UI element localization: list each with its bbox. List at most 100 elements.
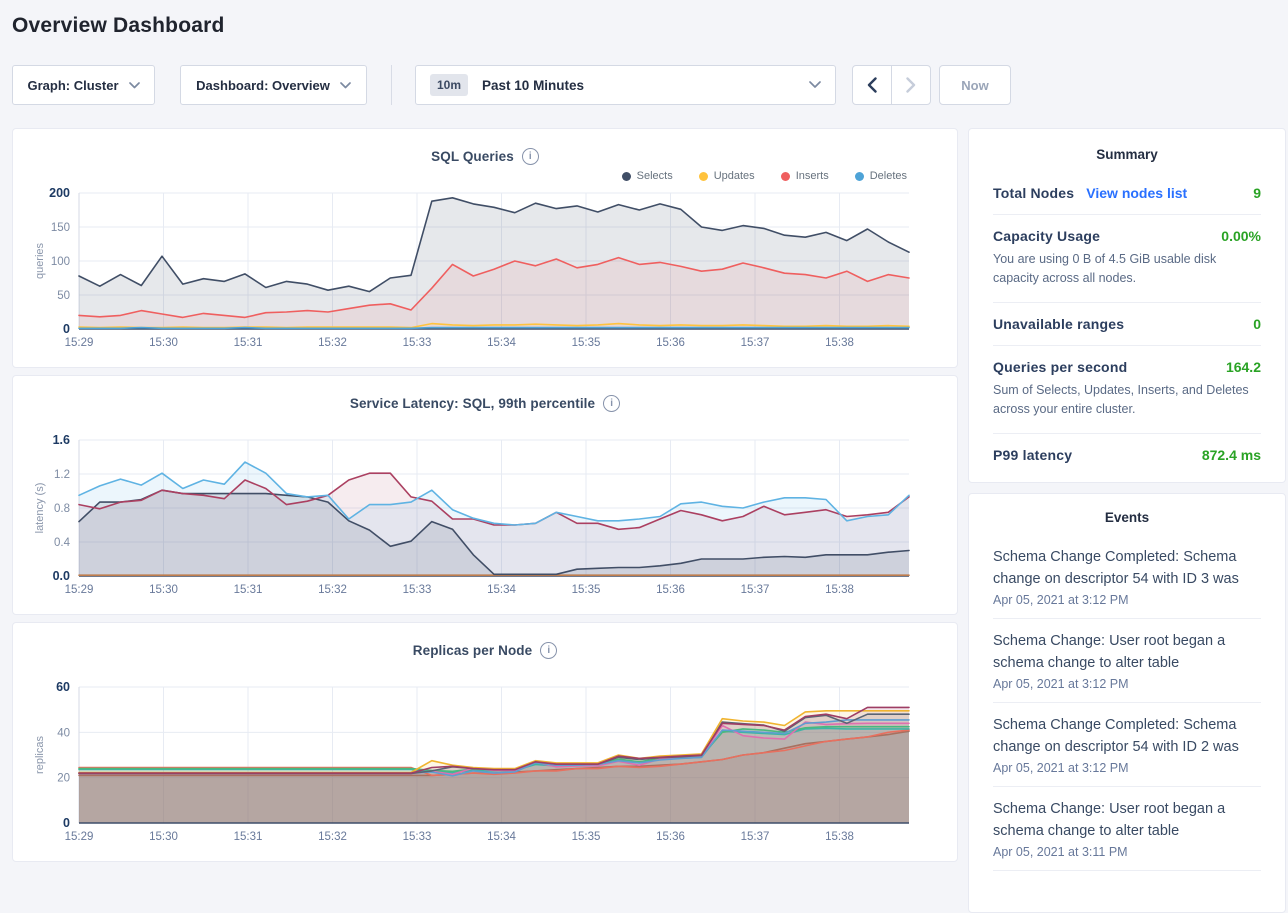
main-content: SQL Queries i Selects Updates Inserts De… bbox=[12, 128, 1276, 913]
qps-label: Queries per second bbox=[993, 359, 1127, 375]
capacity-description: You are using 0 B of 4.5 GiB usable disk… bbox=[993, 250, 1261, 289]
chevron-down-icon bbox=[809, 81, 821, 89]
summary-item-qps: Queries per second 164.2 Sum of Selects,… bbox=[993, 346, 1261, 434]
info-icon[interactable]: i bbox=[540, 642, 557, 659]
capacity-label: Capacity Usage bbox=[993, 228, 1100, 244]
legend-item-deletes: Deletes bbox=[855, 170, 907, 182]
event-timestamp: Apr 05, 2021 at 3:12 PM bbox=[993, 677, 1261, 691]
event-item: Schema Change Completed: Schema change o… bbox=[993, 703, 1261, 787]
svg-text:15:35: 15:35 bbox=[572, 831, 601, 843]
summary-title: Summary bbox=[993, 147, 1261, 162]
legend-item-inserts: Inserts bbox=[781, 170, 829, 182]
svg-text:15:37: 15:37 bbox=[741, 337, 770, 349]
svg-text:15:36: 15:36 bbox=[656, 337, 685, 349]
chart-title-row: Replicas per Node i bbox=[13, 639, 957, 661]
chart-legend-empty bbox=[13, 661, 957, 679]
svg-text:15:30: 15:30 bbox=[149, 337, 178, 349]
svg-text:0.0: 0.0 bbox=[53, 569, 70, 583]
svg-text:15:34: 15:34 bbox=[487, 337, 516, 349]
time-range-badge: 10m bbox=[430, 74, 468, 96]
svg-text:latency (s): latency (s) bbox=[34, 483, 46, 534]
qps-value: 164.2 bbox=[1226, 359, 1261, 375]
svg-text:15:30: 15:30 bbox=[149, 831, 178, 843]
replicas-per-node-chart-card: Replicas per Node i 0 20 40 60 15:29 15:30 15:… bbox=[12, 622, 958, 862]
info-icon[interactable]: i bbox=[522, 148, 539, 165]
events-title: Events bbox=[993, 510, 1261, 525]
capacity-value: 0.00% bbox=[1221, 228, 1261, 244]
svg-text:15:29: 15:29 bbox=[65, 831, 94, 843]
svg-text:100: 100 bbox=[51, 256, 70, 268]
event-timestamp: Apr 05, 2021 at 3:12 PM bbox=[993, 593, 1261, 607]
time-next-button[interactable] bbox=[891, 66, 930, 104]
svg-text:15:29: 15:29 bbox=[65, 337, 94, 349]
legend-dot-icon bbox=[855, 172, 864, 181]
summary-item-total-nodes: Total Nodes View nodes list 9 bbox=[993, 172, 1261, 215]
charts-column: SQL Queries i Selects Updates Inserts De… bbox=[12, 128, 958, 869]
p99-latency-label: P99 latency bbox=[993, 447, 1072, 463]
svg-text:15:36: 15:36 bbox=[656, 584, 685, 596]
legend-dot-icon bbox=[699, 172, 708, 181]
svg-text:15:37: 15:37 bbox=[741, 831, 770, 843]
svg-text:50: 50 bbox=[57, 290, 70, 302]
legend-item-updates: Updates bbox=[699, 170, 755, 182]
svg-text:15:38: 15:38 bbox=[825, 584, 854, 596]
time-prev-button[interactable] bbox=[853, 66, 891, 104]
p99-latency-value: 872.4 ms bbox=[1202, 447, 1261, 463]
svg-text:15:32: 15:32 bbox=[318, 337, 347, 349]
chevron-right-icon bbox=[906, 77, 916, 93]
chevron-left-icon bbox=[867, 77, 877, 93]
graph-dropdown[interactable]: Graph: Cluster bbox=[12, 65, 155, 105]
svg-text:15:36: 15:36 bbox=[656, 831, 685, 843]
sql-queries-plot[interactable]: 05010015020015:2915:3015:3115:3215:3315:… bbox=[13, 185, 957, 362]
unavailable-ranges-label: Unavailable ranges bbox=[993, 316, 1124, 332]
svg-text:40: 40 bbox=[57, 727, 70, 739]
event-timestamp: Apr 05, 2021 at 3:12 PM bbox=[993, 761, 1261, 775]
time-range-label: Past 10 Minutes bbox=[482, 78, 809, 93]
svg-text:15:33: 15:33 bbox=[403, 584, 432, 596]
svg-text:15:38: 15:38 bbox=[825, 337, 854, 349]
view-nodes-list-link[interactable]: View nodes list bbox=[1086, 185, 1187, 201]
now-button[interactable]: Now bbox=[939, 65, 1011, 105]
total-nodes-value: 9 bbox=[1253, 185, 1261, 201]
svg-text:queries: queries bbox=[34, 242, 46, 279]
dashboard-dropdown[interactable]: Dashboard: Overview bbox=[180, 65, 367, 105]
svg-text:replicas: replicas bbox=[34, 736, 46, 774]
time-range-picker[interactable]: 10m Past 10 Minutes bbox=[415, 65, 836, 105]
sql-queries-chart-card: SQL Queries i Selects Updates Inserts De… bbox=[12, 128, 958, 368]
chart-title: Service Latency: SQL, 99th percentile bbox=[350, 396, 595, 411]
svg-text:60: 60 bbox=[56, 680, 70, 694]
svg-text:150: 150 bbox=[51, 222, 70, 234]
svg-text:15:35: 15:35 bbox=[572, 337, 601, 349]
legend-dot-icon bbox=[622, 172, 631, 181]
chart-title-row: SQL Queries i bbox=[13, 145, 957, 167]
svg-text:15:31: 15:31 bbox=[234, 831, 263, 843]
legend-dot-icon bbox=[781, 172, 790, 181]
chevron-down-icon bbox=[340, 82, 351, 89]
time-nav-group bbox=[852, 65, 931, 105]
side-column: Summary Total Nodes View nodes list 9 Ca… bbox=[968, 128, 1286, 913]
svg-text:15:31: 15:31 bbox=[234, 584, 263, 596]
info-icon[interactable]: i bbox=[603, 395, 620, 412]
svg-text:15:34: 15:34 bbox=[487, 584, 516, 596]
page-title: Overview Dashboard bbox=[12, 14, 1288, 38]
svg-text:15:31: 15:31 bbox=[234, 337, 263, 349]
dashboard-dropdown-label: Dashboard: Overview bbox=[196, 78, 330, 93]
svg-text:0: 0 bbox=[63, 816, 70, 830]
svg-text:15:37: 15:37 bbox=[741, 584, 770, 596]
svg-text:20: 20 bbox=[57, 773, 70, 785]
svg-text:0.8: 0.8 bbox=[54, 503, 70, 515]
svg-text:15:33: 15:33 bbox=[403, 337, 432, 349]
total-nodes-label: Total Nodes bbox=[993, 185, 1074, 201]
graph-dropdown-label: Graph: Cluster bbox=[27, 78, 118, 93]
svg-text:15:38: 15:38 bbox=[825, 831, 854, 843]
summary-item-capacity: Capacity Usage 0.00% You are using 0 B o… bbox=[993, 215, 1261, 303]
event-item: Schema Change: User root began a schema … bbox=[993, 787, 1261, 871]
chart-title-row: Service Latency: SQL, 99th percentile i bbox=[13, 392, 957, 414]
svg-text:15:32: 15:32 bbox=[318, 584, 347, 596]
svg-text:15:33: 15:33 bbox=[403, 831, 432, 843]
svg-text:15:30: 15:30 bbox=[149, 584, 178, 596]
service-latency-plot[interactable]: 0.00.40.81.21.615:2915:3015:3115:3215:33… bbox=[13, 432, 957, 609]
replicas-plot[interactable]: 020406015:2915:3015:3115:3215:3315:3415:… bbox=[13, 679, 957, 856]
chart-legend: Selects Updates Inserts Deletes bbox=[13, 167, 957, 185]
toolbar-divider bbox=[391, 65, 392, 105]
